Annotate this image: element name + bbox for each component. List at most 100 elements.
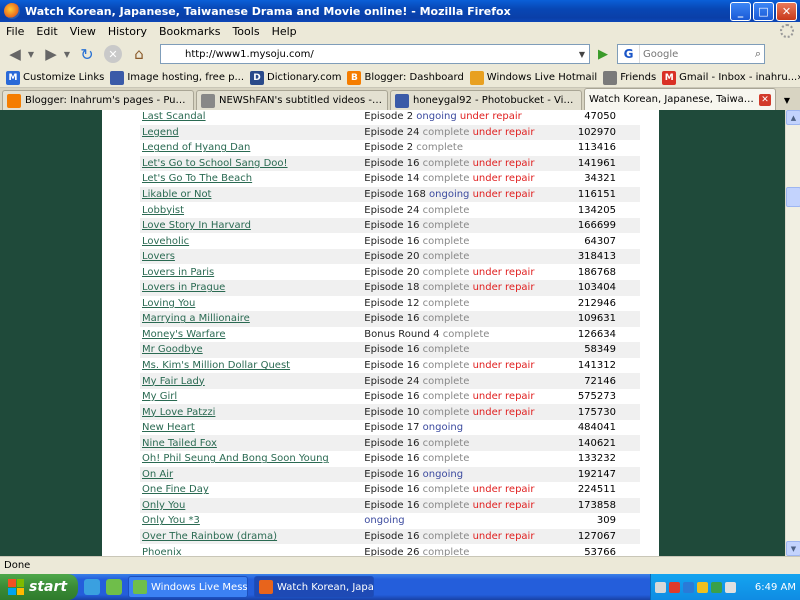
drama-title-link[interactable]: Lovers in Paris <box>142 267 214 278</box>
scroll-thumb[interactable] <box>786 187 800 207</box>
window-titlebar[interactable]: Watch Korean, Japanese, Taiwanese Drama … <box>0 0 800 22</box>
vertical-scrollbar[interactable]: ▲ ▼ <box>785 110 800 556</box>
drama-title-link[interactable]: Lobbyist <box>142 205 184 216</box>
minimize-button[interactable]: _ <box>730 1 751 21</box>
drama-title-cell: Last Scandal <box>140 110 362 125</box>
search-box[interactable]: G ⌕ <box>617 44 765 64</box>
close-tab-icon[interactable]: ✕ <box>759 93 771 106</box>
drama-title-link[interactable]: Marrying a Millionaire <box>142 313 250 324</box>
scroll-up-button[interactable]: ▲ <box>786 110 800 125</box>
quicklaunch-messenger-icon[interactable] <box>106 579 122 595</box>
tab-mysoju[interactable]: Watch Korean, Japanese, Taiwan... ✕ <box>584 88 776 110</box>
all-tabs-dropdown[interactable]: ▼ <box>780 90 794 110</box>
menu-file[interactable]: File <box>0 25 30 38</box>
quicklaunch-ie-icon[interactable] <box>84 579 100 595</box>
bookmark-hotmail[interactable]: Windows Live Hotmail <box>469 70 597 85</box>
drama-title-cell: Lobbyist <box>140 202 362 218</box>
tray-icon[interactable] <box>655 581 666 593</box>
url-history-dropdown[interactable]: ▼ <box>575 50 589 59</box>
tab-newshfan[interactable]: NEWShFAN's subtitled videos - [Shoun... <box>196 90 388 110</box>
drama-title-link[interactable]: Loveholic <box>142 236 189 247</box>
drama-title-link[interactable]: Love Story In Harvard <box>142 220 251 231</box>
drama-title-cell: Loveholic <box>140 233 362 249</box>
menu-tools[interactable]: Tools <box>226 25 265 38</box>
stop-button[interactable]: ✕ <box>104 45 122 63</box>
drama-title-link[interactable]: Over The Rainbow (drama) <box>142 531 277 542</box>
menu-history[interactable]: History <box>102 25 153 38</box>
drama-title-link[interactable]: Only You <box>142 500 185 511</box>
drama-title-link[interactable]: Ms. Kim's Million Dollar Quest <box>142 360 290 371</box>
tray-icon[interactable] <box>683 581 694 593</box>
drama-title-link[interactable]: Only You *3 <box>142 515 200 526</box>
menu-view[interactable]: View <box>64 25 102 38</box>
episode-status-cell: Episode 16 complete <box>362 342 566 358</box>
episode-status-cell: Episode 2 ongoing under repair <box>362 110 565 125</box>
drama-title-link[interactable]: Money's Warfare <box>142 329 225 340</box>
search-icon[interactable]: ⌕ <box>755 47 761 61</box>
close-window-button[interactable]: ✕ <box>776 1 797 21</box>
home-button[interactable]: ⌂ <box>128 43 150 65</box>
menu-help[interactable]: Help <box>266 25 303 38</box>
go-button[interactable]: ▶ <box>593 44 613 64</box>
view-count: 109631 <box>565 311 640 327</box>
gmail-icon: M <box>662 70 677 85</box>
bookmark-gmail[interactable]: M Gmail - Inbox - inahru... <box>662 70 797 85</box>
drama-title-link[interactable]: Lovers <box>142 251 175 262</box>
forward-history-dropdown[interactable]: ▼ <box>62 43 72 65</box>
menu-bookmarks[interactable]: Bookmarks <box>153 25 226 38</box>
bookmark-image-hosting[interactable]: Image hosting, free p... <box>110 70 244 85</box>
tab-blogger[interactable]: Blogger: Inahrum's pages - Publish Sta..… <box>2 90 194 110</box>
drama-title-link[interactable]: On Air <box>142 469 173 480</box>
back-history-dropdown[interactable]: ▼ <box>26 43 36 65</box>
windows-icon <box>469 70 484 85</box>
tray-icon[interactable] <box>669 581 680 593</box>
episode-number: 16 <box>406 220 420 232</box>
status-badge: complete <box>422 220 470 232</box>
drama-title-link[interactable]: Mr Goodbye <box>142 344 203 355</box>
search-input[interactable] <box>643 48 743 60</box>
drama-title-link[interactable]: One Fine Day <box>142 484 209 495</box>
drama-title-cell: Lovers in Prague <box>140 280 363 296</box>
scroll-down-button[interactable]: ▼ <box>786 541 800 556</box>
repair-badge: under repair <box>472 499 535 511</box>
drama-title-link[interactable]: Legend of Hyang Dan <box>142 142 250 153</box>
drama-title-link[interactable]: Let's Go to School Sang Doo! <box>142 158 288 169</box>
drama-row: Money's Warfare Bonus Round 4 complete 126… <box>140 327 640 343</box>
drama-title-link[interactable]: Likable or Not <box>142 189 211 200</box>
drama-title-link[interactable]: Loving You <box>142 298 195 309</box>
forward-button[interactable]: ▶ <box>40 43 62 65</box>
bookmark-blogger[interactable]: B Blogger: Dashboard <box>347 70 464 85</box>
bookmark-customize-links[interactable]: M Customize Links <box>6 70 104 85</box>
tray-icon[interactable] <box>697 581 708 593</box>
tray-icon[interactable] <box>711 581 722 593</box>
drama-row: Only You Episode 16 complete under repair… <box>140 497 640 514</box>
address-bar[interactable]: ▼ <box>160 44 590 64</box>
drama-title-link[interactable]: New Heart <box>142 422 195 433</box>
page-content[interactable]: Last Scandal Episode 2 ongoing under repa… <box>0 110 785 556</box>
start-button[interactable]: start <box>0 574 78 600</box>
drama-title-link[interactable]: Nine Tailed Fox <box>142 438 217 449</box>
bookmark-dictionary[interactable]: D Dictionary.com <box>250 70 341 85</box>
back-button[interactable]: ◀ <box>4 43 26 65</box>
search-engine-icon[interactable]: G <box>618 45 640 63</box>
drama-title-link[interactable]: My Love Patzzi <box>142 407 215 418</box>
episode-status-cell: Episode 18 complete under repair <box>362 280 566 296</box>
url-input[interactable] <box>185 48 565 60</box>
drama-title-link[interactable]: Legend <box>142 127 179 138</box>
taskbar-item-firefox[interactable]: Watch Korean, Japan... <box>254 576 374 598</box>
volume-icon[interactable] <box>725 581 736 593</box>
maximize-button[interactable]: □ <box>753 1 774 21</box>
menu-edit[interactable]: Edit <box>30 25 63 38</box>
drama-title-link[interactable]: My Girl <box>142 391 177 402</box>
reload-button[interactable]: ↻ <box>76 43 98 65</box>
drama-title-link[interactable]: My Fair Lady <box>142 376 205 387</box>
taskbar-item-messenger[interactable]: Windows Live Messen... <box>128 576 248 598</box>
drama-title-link[interactable]: Oh! Phil Seung And Bong Soon Young <box>142 453 329 464</box>
drama-title-link[interactable]: Last Scandal <box>142 111 206 122</box>
episode-number: 4 <box>433 328 440 340</box>
tab-photobucket[interactable]: honeygal92 - Photobucket - Video and... <box>390 90 582 110</box>
drama-title-link[interactable]: Phoenix <box>142 547 182 556</box>
drama-title-link[interactable]: Let's Go To The Beach <box>142 173 252 184</box>
bookmark-friends[interactable]: Friends <box>603 70 656 85</box>
drama-title-link[interactable]: Lovers in Prague <box>142 282 225 293</box>
